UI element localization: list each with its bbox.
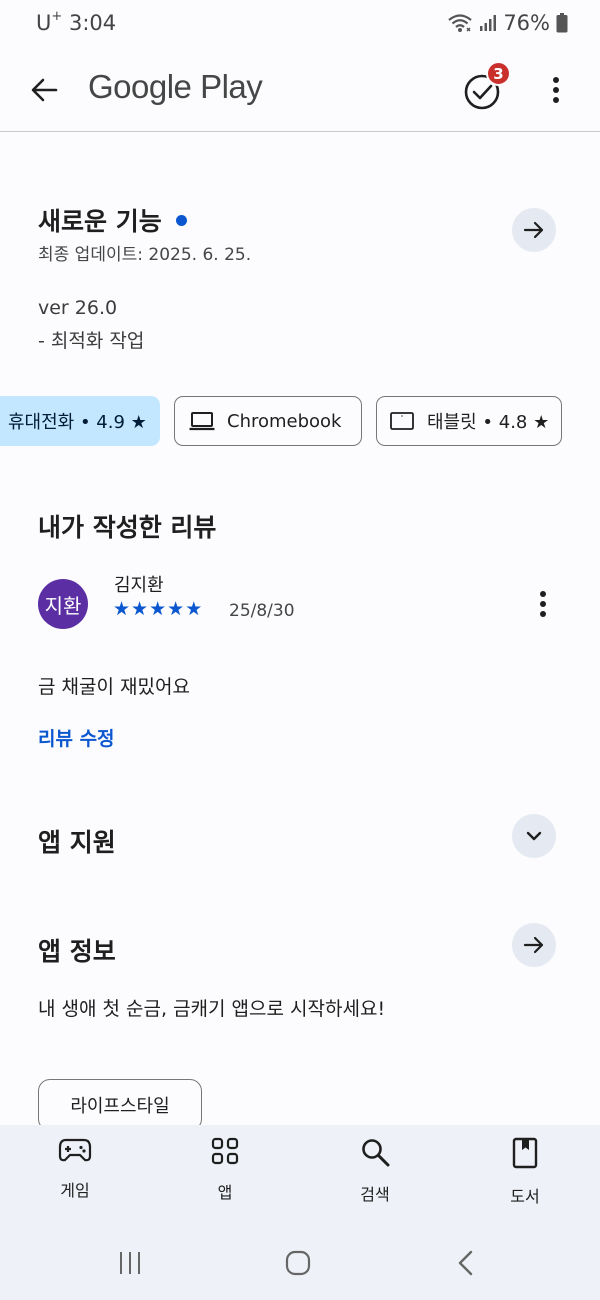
- status-carrier-time: U+ 3:04: [36, 9, 117, 35]
- star-icon: ★: [167, 598, 185, 620]
- nav-apps-label: 앱: [217, 1183, 233, 1202]
- whats-new-header: 새로운 기능: [38, 202, 187, 238]
- nav-search[interactable]: 검색: [325, 1137, 425, 1205]
- app-bar: Google Play 3: [0, 50, 600, 132]
- release-note-line: - 최적화 작업: [38, 330, 145, 352]
- whats-new-arrow-button[interactable]: [512, 208, 556, 252]
- recent-apps-button[interactable]: [100, 1245, 160, 1281]
- star-icon: ★: [149, 598, 167, 620]
- app-info-arrow-button[interactable]: [512, 923, 556, 967]
- carrier-plus: +: [51, 9, 63, 24]
- edit-review-link[interactable]: 리뷰 수정: [38, 724, 115, 751]
- app-title: Google Play: [88, 68, 263, 105]
- recents-icon: [120, 1252, 140, 1274]
- nav-books-label: 도서: [510, 1187, 540, 1206]
- device-chip-tablet-label: 태블릿 • 4.8 ★: [427, 412, 550, 433]
- star-rating: ★ ★ ★ ★ ★: [113, 598, 202, 620]
- app-info-title: 앱 정보: [38, 937, 116, 966]
- status-icons: 76%: [447, 11, 568, 35]
- device-chip-chromebook-label: Chromebook: [227, 410, 342, 432]
- battery-label: 76%: [503, 11, 550, 35]
- app-description: 내 생애 첫 순금, 금캐기 앱으로 시작하세요!: [38, 998, 386, 1020]
- category-chip[interactable]: 라이프스타일: [38, 1079, 202, 1131]
- chevron-left-icon: [458, 1250, 473, 1276]
- my-review-title: 내가 작성한 리뷰: [38, 513, 217, 542]
- back-arrow-icon: [31, 78, 58, 102]
- signal-icon: [479, 14, 497, 32]
- notification-badge: 3: [486, 61, 511, 86]
- battery-icon: [556, 13, 568, 33]
- more-vert-icon: [540, 591, 546, 617]
- nav-games-label: 게임: [60, 1181, 90, 1200]
- nav-books[interactable]: 도서: [475, 1137, 575, 1207]
- back-button[interactable]: [24, 70, 64, 110]
- arrow-right-icon: [523, 221, 544, 239]
- device-chip-phone-label: 휴대전화 • 4.9 ★: [8, 412, 147, 433]
- carrier-label: U: [36, 11, 52, 35]
- status-bar: U+ 3:04 76%: [0, 0, 600, 50]
- release-notes: ver 26.0 - 최적화 작업: [38, 292, 144, 358]
- more-vert-icon: [553, 77, 559, 103]
- more-options-button[interactable]: [540, 70, 572, 110]
- system-navigation-bar: [0, 1229, 600, 1300]
- arrow-right-icon: [523, 936, 544, 954]
- review-text: 금 채굴이 재밌어요: [38, 676, 190, 698]
- system-back-button[interactable]: [436, 1245, 496, 1281]
- apps-grid-icon: [211, 1137, 239, 1165]
- home-button[interactable]: [268, 1245, 328, 1281]
- device-chip-chromebook[interactable]: Chromebook: [174, 396, 362, 446]
- avatar: 지환: [38, 579, 88, 629]
- app-support-title[interactable]: 앱 지원: [38, 823, 116, 859]
- star-icon: ★: [131, 598, 149, 620]
- nav-games[interactable]: 게임: [25, 1137, 125, 1201]
- device-chip-phone[interactable]: 휴대전화 • 4.9 ★: [0, 396, 160, 446]
- chevron-down-icon: [526, 831, 542, 841]
- tablet-icon: [390, 412, 414, 430]
- laptop-icon: [189, 412, 215, 431]
- home-icon: [285, 1250, 311, 1276]
- nav-apps[interactable]: 앱: [175, 1137, 275, 1203]
- new-dot-indicator: [175, 214, 187, 226]
- last-updated: 최종 업데이트: 2025. 6. 25.: [38, 245, 252, 265]
- bottom-navigation: 게임 앱 검색 도서: [0, 1125, 600, 1229]
- clock: 3:04: [68, 11, 117, 35]
- app-support-expand-button[interactable]: [512, 814, 556, 858]
- star-icon: ★: [185, 598, 203, 620]
- star-icon: ★: [113, 598, 131, 620]
- whats-new-title: 새로운 기능: [38, 207, 162, 236]
- reviewer-name: 김지환: [114, 575, 164, 596]
- nav-search-label: 검색: [360, 1185, 390, 1204]
- review-date: 25/8/30: [229, 601, 295, 621]
- wifi-icon: [447, 13, 473, 33]
- review-more-button[interactable]: [530, 586, 556, 622]
- book-icon: [512, 1137, 538, 1169]
- gamepad-icon: [58, 1138, 92, 1162]
- release-note-version: ver 26.0: [38, 297, 118, 319]
- device-chip-tablet[interactable]: 태블릿 • 4.8 ★: [376, 396, 562, 446]
- search-icon: [362, 1139, 390, 1167]
- category-chip-label: 라이프스타일: [70, 1096, 170, 1117]
